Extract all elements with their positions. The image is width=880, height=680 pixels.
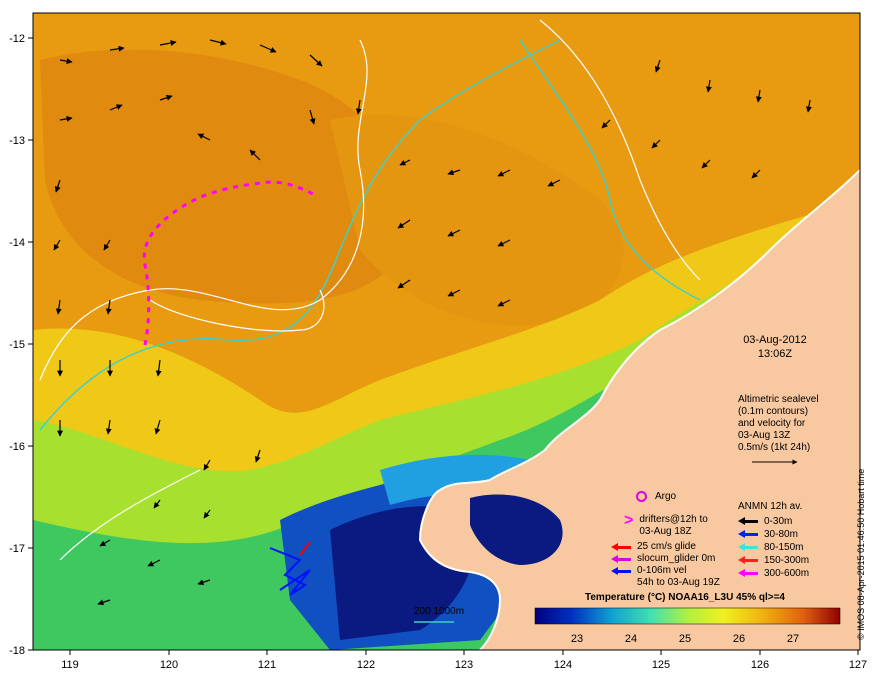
colorbar-tick-27: 27 xyxy=(787,633,799,645)
anmn-label: 150-300m xyxy=(764,555,810,566)
anmn-row: 150-300m xyxy=(738,554,809,567)
altimetry-note: Altimetric sealevel (0.1m contours) and … xyxy=(738,394,838,454)
y-tick-17: -17 xyxy=(9,543,25,555)
credit-text: © IMOS 08-Apr-2015 01:46:50 Hobart time xyxy=(856,468,866,640)
anmn-row: 80-150m xyxy=(738,541,809,554)
argo-label: Argo xyxy=(655,491,677,502)
cyan-arrow-icon xyxy=(738,543,758,551)
colorbar-tick-26: 26 xyxy=(733,633,745,645)
x-axis-ticks xyxy=(69,650,859,655)
magenta-arrow-icon xyxy=(738,569,758,577)
anmn-label: 30-80m xyxy=(764,529,798,540)
y-tick-12: -12 xyxy=(9,33,25,45)
map-date: 03-Aug-2012 13:06Z xyxy=(735,333,815,361)
magenta-arrow-icon xyxy=(611,554,631,563)
altimetry-line: and velocity for xyxy=(738,418,806,429)
altimetry-line: (0.1m contours) xyxy=(738,406,809,417)
anmn-legend: ANMN 12h av. 0-30m 30-80m 80-150m 150-30… xyxy=(738,500,809,580)
black-arrow-icon xyxy=(738,517,758,525)
x-tick-120: 120 xyxy=(160,659,178,671)
drifter-label: 03-Aug 18Z xyxy=(639,526,692,537)
y-axis-labels: -12 -13 -14 -15 -16 -17 -18 xyxy=(9,33,25,657)
drifter-legend: > drifters@12h to 03-Aug 18Z xyxy=(624,512,708,538)
y-axis-ticks xyxy=(28,37,33,651)
altimetry-scale-label: 0.5m/s (1kt 24h) xyxy=(738,442,811,453)
y-tick-14: -14 xyxy=(9,237,25,249)
blue-arrow-icon xyxy=(738,530,758,538)
colorbar-tick-25: 25 xyxy=(679,633,691,645)
glider-legend-row: 25 cm/s glide xyxy=(611,541,720,553)
altimetry-line: Altimetric sealevel xyxy=(738,394,819,405)
glider-legend: 25 cm/s glide slocum_glider 0m 0-106m ve… xyxy=(611,541,720,589)
drifter-label: drifters@12h to xyxy=(639,514,708,525)
glider-label: 0-106m vel xyxy=(637,565,687,576)
x-tick-124: 124 xyxy=(554,659,572,671)
y-tick-16: -16 xyxy=(9,441,25,453)
anmn-label: 0-30m xyxy=(764,516,793,527)
map-date-line: 03-Aug-2012 xyxy=(743,334,807,346)
y-tick-15: -15 xyxy=(9,339,25,351)
glider-note: 54h to 03-Aug 19Z xyxy=(637,577,720,588)
anmn-label: 300-600m xyxy=(764,568,810,579)
colorbar-tick-24: 24 xyxy=(625,633,637,645)
glider-legend-row: slocum_glider 0m xyxy=(611,553,720,565)
colorbar-tick-23: 23 xyxy=(571,633,583,645)
y-tick-18: -18 xyxy=(9,645,25,657)
x-tick-119: 119 xyxy=(61,659,79,671)
anmn-title: ANMN 12h av. xyxy=(738,501,803,512)
anmn-row: 300-600m xyxy=(738,567,809,580)
x-tick-122: 122 xyxy=(357,659,375,671)
red-arrow-icon xyxy=(738,556,758,564)
altimetry-line: 03-Aug 13Z xyxy=(738,430,791,441)
y-tick-13: -13 xyxy=(9,135,25,147)
colorbar-title: Temperature (°C) NOAA16_L3U 45% ql>=4 xyxy=(585,592,785,603)
x-tick-121: 121 xyxy=(258,659,276,671)
x-tick-127: 127 xyxy=(849,659,867,671)
anmn-row: 30-80m xyxy=(738,528,809,541)
argo-legend: Argo xyxy=(636,491,676,502)
x-tick-123: 123 xyxy=(455,659,473,671)
anmn-row: 0-30m xyxy=(738,515,809,528)
map-time-line: 13:06Z xyxy=(757,348,793,360)
colorbar xyxy=(534,607,841,625)
argo-ring-icon xyxy=(636,491,647,502)
glider-label: 25 cm/s glide xyxy=(637,541,696,552)
contour-scale-label: 200 1000m xyxy=(414,606,465,617)
blue-arrow-icon xyxy=(611,566,631,575)
x-axis-labels: 119 120 121 122 123 124 125 126 127 xyxy=(61,659,867,671)
glider-legend-row: 0-106m vel xyxy=(611,565,720,577)
drifter-chevron-icon: > xyxy=(624,512,634,529)
glider-label: slocum_glider 0m xyxy=(637,553,716,564)
credit-block: © IMOS 08-Apr-2015 01:46:50 Hobart time xyxy=(856,40,876,640)
anmn-label: 80-150m xyxy=(764,542,804,553)
x-tick-126: 126 xyxy=(751,659,769,671)
x-tick-125: 125 xyxy=(652,659,670,671)
red-arrow-icon xyxy=(611,542,631,551)
